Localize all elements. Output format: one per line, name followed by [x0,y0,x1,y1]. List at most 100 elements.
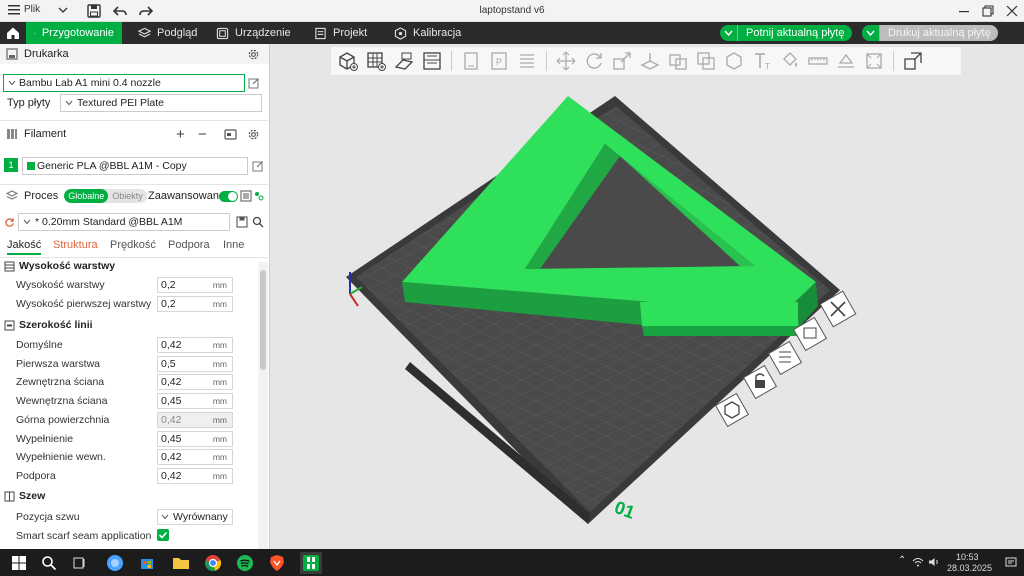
line-width-inner-wall-input[interactable]: 0,45 mm [157,393,233,409]
line-width-internal-infill-input[interactable]: 0,42 mm [157,449,233,465]
laptop-stand-model[interactable] [402,96,818,336]
device-icon [216,27,229,39]
wifi-icon[interactable] [912,557,924,567]
unit-label: mm [212,299,227,309]
filament-sync-icon[interactable] [224,128,237,141]
taskbar-spotify[interactable] [234,552,256,574]
clock-date[interactable]: 28.03.2025 [947,563,992,573]
compare-icon[interactable] [253,190,265,202]
list-icon[interactable] [240,190,252,202]
chevron-down-icon[interactable] [862,25,880,41]
process-preset-value: * 0.20mm Standard @BBL A1M [35,216,183,228]
bambu-studio-icon [303,555,319,571]
volume-icon[interactable] [928,557,940,567]
print-plate-button[interactable]: Drukuj aktualną płytę [862,25,998,41]
clock-time[interactable]: 10:53 [956,552,979,562]
scrollbar-thumb[interactable] [260,270,266,370]
tab-preview[interactable]: Podgląd [130,22,205,44]
restore-icon[interactable] [980,3,996,19]
save-preset-icon[interactable] [236,216,248,228]
line-width-support-value: 0,42 [161,470,182,482]
edit-icon[interactable] [252,160,264,172]
plate-type-select[interactable]: Textured PEI Plate [60,94,262,112]
filament-select[interactable]: Generic PLA @BBL A1M - Copy [22,157,248,175]
line-width-default-value: 0,42 [161,339,182,351]
tab-prepare[interactable]: Przygotowanie [26,22,122,44]
notification-icon[interactable] [1005,557,1017,568]
line-width-top-surface-input[interactable]: 0,42 mm [157,412,233,428]
subtab-quality[interactable]: Jakość [7,239,42,255]
os-taskbar: ⌃ 10:53 28.03.2025 [0,549,1024,576]
process-icon [6,190,18,200]
toggle-objects[interactable]: Obiekty [108,189,147,203]
filament-icon [7,129,17,139]
home-button[interactable] [0,22,26,44]
taskbar-search-button[interactable] [38,552,60,574]
line-width-top-surface-value: 0,42 [161,414,182,426]
advanced-toggle[interactable] [219,191,238,202]
close-icon[interactable] [1004,3,1020,19]
add-filament-button[interactable]: + [176,126,185,143]
subtab-strength[interactable]: Struktura [53,239,98,251]
subtab-speed[interactable]: Prędkość [110,239,156,251]
taskbar-store[interactable] [136,552,158,574]
project-icon [315,27,326,39]
unit-label: mm [212,377,227,387]
tab-device[interactable]: Urządzenie [208,22,299,44]
layer-height-input[interactable]: 0,2 mm [157,277,233,293]
layer-height-value: 0,2 [161,279,176,291]
line-width-icon [4,320,15,330]
chevron-down-icon[interactable] [720,25,738,41]
plate-number: 01 [612,497,638,523]
divider [0,257,268,258]
taskbar-brave[interactable] [266,552,288,574]
line-width-internal-infill-label: Wypełnienie wewn. [16,451,106,463]
subtab-other[interactable]: Inne [223,239,244,251]
minimize-icon[interactable] [956,3,972,19]
taskbar-chrome[interactable] [202,552,224,574]
remove-filament-button[interactable]: − [198,126,207,143]
edit-icon[interactable] [248,77,260,89]
line-width-internal-infill-value: 0,42 [161,451,182,463]
tab-project[interactable]: Projekt [306,22,375,44]
3d-viewport[interactable]: P T 01 [270,44,1024,549]
tray-chevron-icon[interactable]: ⌃ [898,555,906,566]
subtab-support[interactable]: Podpora [168,239,210,251]
first-layer-height-input[interactable]: 0,2 mm [157,296,233,312]
process-preset-select[interactable]: * 0.20mm Standard @BBL A1M [18,213,230,231]
task-view-button[interactable] [68,552,90,574]
settings-scrollbar[interactable] [258,262,268,549]
taskbar-bambu-studio[interactable] [300,552,322,574]
gear-icon[interactable] [247,128,260,141]
tab-project-label: Projekt [333,27,368,39]
search-icon[interactable] [252,216,264,228]
layers-icon [4,261,15,271]
line-width-first-layer-input[interactable]: 0,5 mm [157,356,233,372]
seam-position-value: Wyrównany [173,511,228,523]
filament-slot-badge[interactable]: 1 [4,158,18,172]
plate-type-value: Textured PEI Plate [77,97,164,109]
line-width-support-label: Podpora [16,470,56,482]
line-width-support-input[interactable]: 0,42 mm [157,468,233,484]
line-width-default-input[interactable]: 0,42 mm [157,337,233,353]
printer-select[interactable]: Bambu Lab A1 mini 0.4 nozzle [3,74,245,92]
scene[interactable]: 01 [270,44,1024,549]
line-width-infill-label: Wypełnienie [16,433,74,445]
line-width-infill-input[interactable]: 0,45 mm [157,431,233,447]
divider [0,120,268,121]
scarf-seam-checkbox[interactable] [157,529,169,541]
global-objects-toggle[interactable]: Globalne Obiekty [64,189,147,203]
tab-calibration[interactable]: Kalibracja [386,22,469,44]
gear-icon[interactable] [247,48,260,61]
start-button[interactable] [8,552,30,574]
folder-icon [173,558,189,569]
title-bar: Plik laptopstand v6 [0,0,1024,22]
reset-icon[interactable] [4,217,15,228]
taskbar-app-orb[interactable] [104,552,126,574]
slice-plate-button[interactable]: Potnij aktualną płytę [720,25,852,41]
seam-position-select[interactable]: Wyrównany [157,509,233,525]
unit-label: mm [212,396,227,406]
toggle-global[interactable]: Globalne [64,189,109,203]
taskbar-explorer[interactable] [170,552,192,574]
line-width-outer-wall-input[interactable]: 0,42 mm [157,374,233,390]
